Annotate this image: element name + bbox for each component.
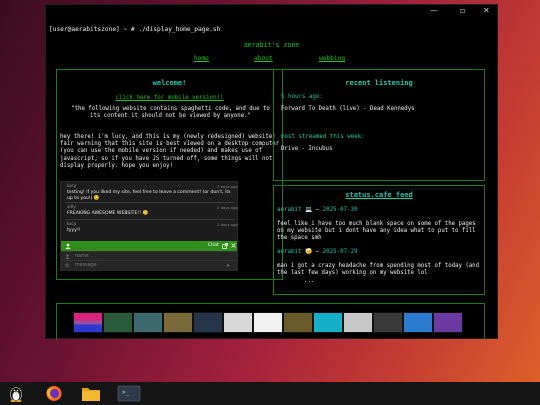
- chat-field-icon: ◦: [227, 253, 230, 259]
- status-emoji: 💻: [304, 207, 313, 213]
- nav-about-link[interactable]: about: [254, 55, 273, 62]
- most-streamed-track: Drive - Incubus: [281, 146, 333, 152]
- chat-divider: [65, 219, 235, 220]
- nav-webbing-link[interactable]: webbing: [319, 55, 345, 62]
- status-more[interactable]: ...: [304, 278, 314, 284]
- maximize-button[interactable]: ▫: [460, 6, 465, 15]
- chat-text: tyyy!!: [67, 228, 81, 233]
- chat-text: testing! if you liked my site, feel free…: [67, 190, 231, 201]
- welcome-quote: "the following website contains spaghett…: [71, 106, 270, 120]
- chat-name-placeholder: name: [75, 253, 89, 259]
- chat-message-placeholder: message: [75, 262, 97, 268]
- welcome-panel: welcome! click here for mobile version!!…: [56, 69, 283, 280]
- chat-toolbar: Chat: [61, 241, 237, 251]
- chat-divider: [65, 202, 235, 203]
- status-text: man i got a crazy headache from spending…: [277, 263, 480, 277]
- chat-author: lucy: [67, 222, 77, 227]
- chat-widget: lucy 2 days ago testing! if you liked my…: [60, 181, 238, 271]
- album-art-badge-1[interactable]: [103, 312, 133, 333]
- chat-label: Chat: [208, 243, 219, 248]
- user-icon: [65, 254, 70, 259]
- chat-date: 2 days ago: [217, 184, 238, 189]
- album-art-badge-9[interactable]: [343, 312, 373, 333]
- linux-penguin-icon[interactable]: [6, 385, 26, 402]
- chat-message-field[interactable]: ⚙ message ➤: [61, 260, 237, 270]
- status-entry-header: aerabit 🤕 — 2025-07-29: [277, 249, 358, 255]
- status-entry-header: aerabit 💻 — 2025-07-30: [277, 207, 358, 213]
- window-titlebar: — ▫ ✕: [46, 5, 497, 19]
- album-art-badge-8[interactable]: [313, 312, 343, 333]
- close-button[interactable]: ✕: [483, 6, 490, 15]
- close-chat-icon[interactable]: [231, 243, 236, 248]
- chat-message: lucy 2 days ago testing! if you liked my…: [67, 184, 238, 202]
- album-art-badge-3[interactable]: [163, 312, 193, 333]
- album-art-badge-11[interactable]: [403, 312, 433, 333]
- bisexual-flag-badge[interactable]: [73, 312, 103, 333]
- gear-icon[interactable]: ⚙: [65, 263, 69, 269]
- user-icon: [65, 243, 71, 249]
- status-emoji: 🤕: [304, 249, 313, 255]
- welcome-heading: welcome!: [152, 79, 187, 87]
- album-art-badge-2[interactable]: [133, 312, 163, 333]
- chat-author: lucy: [67, 184, 77, 189]
- chat-message: silly 2 days ago FREAKING AWESOME WEBSIT…: [67, 205, 238, 217]
- chat-date: 2 days ago: [217, 222, 238, 227]
- terminal-icon-glyph: >_: [122, 389, 130, 396]
- album-art-badge-5[interactable]: [223, 312, 253, 333]
- blink182-smiley-badge[interactable]: [253, 312, 283, 333]
- external-link-icon[interactable]: [222, 243, 228, 249]
- recent-listening-panel: recent listening 5 hours ago: Forward To…: [273, 69, 485, 181]
- nav-home-link[interactable]: home: [194, 55, 209, 62]
- recent-track: Forward To Death (live) - Dead Kennedys: [281, 106, 415, 112]
- welcome-body: hey there! i'm lucy, and this is my (new…: [60, 134, 280, 169]
- taskbar: >_: [0, 382, 540, 405]
- send-icon[interactable]: ➤: [226, 263, 230, 269]
- firefox-icon[interactable]: [44, 385, 64, 402]
- album-art-badge-12[interactable]: [433, 312, 463, 333]
- status-date: 2025-07-30: [322, 207, 358, 213]
- status-date: 2025-07-29: [322, 249, 358, 255]
- chat-date: 2 days ago: [217, 205, 238, 210]
- chat-author: silly: [67, 205, 76, 210]
- badges-row: [73, 312, 465, 334]
- album-art-badge-4[interactable]: [193, 312, 223, 333]
- site-title: aerabit's zone: [243, 41, 300, 49]
- recent-time-label: 5 hours ago:: [281, 94, 323, 100]
- minimize-button[interactable]: —: [430, 6, 438, 15]
- files-folder-icon[interactable]: [81, 385, 101, 402]
- status-text: feel like i have too much blank space on…: [277, 221, 476, 242]
- terminal-window: — ▫ ✕ [user@aerabitszone] ~ # ./display_…: [45, 4, 498, 340]
- recent-listening-heading: recent listening: [345, 79, 413, 87]
- status-cafe-heading[interactable]: status.cafe feed: [274, 191, 484, 199]
- album-art-badge-10[interactable]: [373, 312, 403, 333]
- status-cafe-panel: status.cafe feed aerabit 💻 — 2025-07-30 …: [273, 185, 485, 295]
- mobile-version-link[interactable]: click here for mobile version!!: [57, 95, 282, 101]
- status-user: aerabit: [277, 249, 302, 255]
- chat-message: lucy 2 days ago tyyy!!: [67, 222, 238, 234]
- status-user: aerabit: [277, 207, 302, 213]
- most-streamed-label: most streamed this week:: [281, 134, 365, 140]
- terminal-prompt: [user@aerabitszone] ~ # ./display_home_p…: [49, 26, 221, 33]
- chat-text: FREAKING AWESOME WEBSITE!! 🙂: [67, 211, 149, 216]
- album-art-badge-7[interactable]: [283, 312, 313, 333]
